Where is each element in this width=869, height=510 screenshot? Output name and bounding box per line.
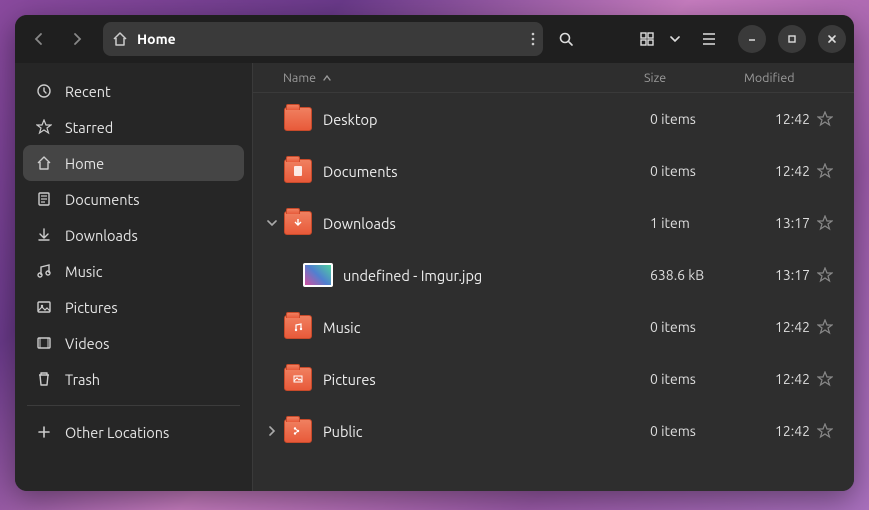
file-name: Downloads	[323, 215, 650, 232]
list-item[interactable]: Downloads 1 item 13:17	[253, 197, 854, 249]
star-toggle[interactable]	[810, 163, 840, 179]
star-icon	[35, 118, 53, 136]
sidebar-item-downloads[interactable]: Downloads	[23, 217, 244, 253]
back-button[interactable]	[23, 23, 55, 55]
file-name: Pictures	[323, 371, 650, 388]
main-panel: Name Size Modified Desktop 0 items 12:42	[253, 63, 854, 491]
file-name: Desktop	[323, 111, 650, 128]
sidebar-item-label: Pictures	[65, 299, 118, 316]
file-list: Desktop 0 items 12:42 Documents 0 items …	[253, 93, 854, 491]
star-toggle[interactable]	[810, 267, 840, 283]
file-size: 0 items	[650, 111, 750, 127]
file-size: 1 item	[650, 215, 750, 231]
sidebar-item-recent[interactable]: Recent	[23, 73, 244, 109]
file-size: 0 items	[650, 163, 750, 179]
close-button[interactable]	[818, 25, 846, 53]
trash-icon	[35, 370, 53, 388]
column-name[interactable]: Name	[283, 71, 644, 85]
sidebar-item-label: Documents	[65, 191, 140, 208]
file-modified: 13:17	[750, 215, 810, 231]
file-modified: 12:42	[750, 111, 810, 127]
expand-toggle[interactable]	[261, 218, 283, 228]
sort-asc-icon	[322, 73, 332, 83]
sidebar-item-videos[interactable]: Videos	[23, 325, 244, 361]
plus-icon	[35, 423, 53, 441]
file-manager-window: Home	[15, 15, 854, 491]
file-size: 0 items	[650, 319, 750, 335]
maximize-button[interactable]	[778, 25, 806, 53]
star-toggle[interactable]	[810, 371, 840, 387]
star-toggle[interactable]	[810, 215, 840, 231]
path-bar[interactable]: Home	[103, 22, 543, 56]
content-area: Recent Starred Home Documents Downloads …	[15, 63, 854, 491]
downloads-icon	[35, 226, 53, 244]
pictures-icon	[35, 298, 53, 316]
file-modified: 12:42	[750, 423, 810, 439]
star-toggle[interactable]	[810, 111, 840, 127]
location-label: Home	[137, 31, 176, 47]
sidebar-item-pictures[interactable]: Pictures	[23, 289, 244, 325]
folder-icon	[283, 156, 313, 186]
file-modified: 12:42	[750, 163, 810, 179]
sidebar-item-label: Videos	[65, 335, 109, 352]
column-modified[interactable]: Modified	[744, 71, 834, 85]
sidebar-item-label: Recent	[65, 83, 111, 100]
expand-toggle[interactable]	[261, 426, 283, 436]
list-item[interactable]: Public 0 items 12:42	[253, 405, 854, 457]
file-modified: 12:42	[750, 319, 810, 335]
sidebar-item-label: Music	[65, 263, 102, 280]
hamburger-menu-button[interactable]	[692, 22, 726, 56]
sidebar-item-label: Trash	[65, 371, 100, 388]
sidebar-item-label: Home	[65, 155, 104, 172]
column-headers: Name Size Modified	[253, 63, 854, 93]
list-item[interactable]: Music 0 items 12:42	[253, 301, 854, 353]
list-item[interactable]: Documents 0 items 12:42	[253, 145, 854, 197]
list-item[interactable]: undefined - Imgur.jpg 638.6 kB 13:17	[253, 249, 854, 301]
search-button[interactable]	[549, 22, 583, 56]
file-modified: 13:17	[750, 267, 810, 283]
column-size[interactable]: Size	[644, 71, 744, 85]
videos-icon	[35, 334, 53, 352]
file-name: Public	[323, 423, 650, 440]
folder-icon	[283, 208, 313, 238]
titlebar: Home	[15, 15, 854, 63]
home-icon	[35, 154, 53, 172]
file-size: 0 items	[650, 423, 750, 439]
documents-icon	[35, 190, 53, 208]
sidebar-item-label: Other Locations	[65, 424, 169, 441]
view-dropdown-button[interactable]	[664, 22, 686, 56]
sidebar-item-other-locations[interactable]: Other Locations	[23, 414, 244, 450]
sidebar: Recent Starred Home Documents Downloads …	[15, 63, 253, 491]
file-name: undefined - Imgur.jpg	[343, 267, 650, 284]
folder-icon	[283, 104, 313, 134]
minimize-button[interactable]	[738, 25, 766, 53]
file-name: Documents	[323, 163, 650, 180]
list-item[interactable]: Desktop 0 items 12:42	[253, 93, 854, 145]
sidebar-separator	[27, 405, 240, 406]
clock-icon	[35, 82, 53, 100]
music-icon	[35, 262, 53, 280]
sidebar-item-trash[interactable]: Trash	[23, 361, 244, 397]
file-modified: 12:42	[750, 371, 810, 387]
star-toggle[interactable]	[810, 423, 840, 439]
star-toggle[interactable]	[810, 319, 840, 335]
forward-button[interactable]	[61, 23, 93, 55]
sidebar-item-music[interactable]: Music	[23, 253, 244, 289]
image-file-icon	[303, 260, 333, 290]
sidebar-item-documents[interactable]: Documents	[23, 181, 244, 217]
sidebar-item-starred[interactable]: Starred	[23, 109, 244, 145]
file-size: 0 items	[650, 371, 750, 387]
sidebar-item-home[interactable]: Home	[23, 145, 244, 181]
folder-icon	[283, 416, 313, 446]
home-icon	[111, 30, 129, 48]
file-name: Music	[323, 319, 650, 336]
sidebar-item-label: Downloads	[65, 227, 138, 244]
view-grid-button[interactable]	[630, 22, 664, 56]
list-item[interactable]: Pictures 0 items 12:42	[253, 353, 854, 405]
folder-icon	[283, 312, 313, 342]
folder-icon	[283, 364, 313, 394]
path-menu-icon[interactable]	[531, 32, 535, 46]
sidebar-item-label: Starred	[65, 119, 113, 136]
file-size: 638.6 kB	[650, 267, 750, 283]
